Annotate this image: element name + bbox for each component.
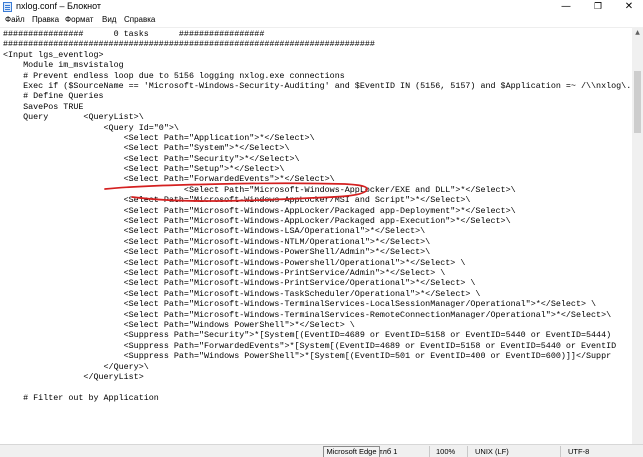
code-line: SavePos TRUE	[3, 101, 84, 112]
code-line: <Suppress Path="Security">*[System[(Even…	[3, 330, 612, 341]
scrollbar-thumb[interactable]	[634, 71, 641, 133]
menu-bar: Файл Правка Формат Вид Справка	[0, 14, 643, 27]
code-line: <Select Path="Microsoft-Windows-AppLocke…	[3, 216, 511, 227]
status-divider	[429, 446, 430, 457]
menu-help[interactable]: Справка	[124, 15, 155, 24]
notepad-icon	[3, 2, 12, 12]
code-line: <Select Path="Application">*</Select>\	[3, 132, 315, 143]
minimize-button[interactable]: —	[551, 0, 581, 14]
code-line: <Select Path="Microsoft-Windows-PrintSer…	[3, 278, 476, 289]
code-line: ################ 0 tasks ###############…	[3, 29, 265, 39]
code-line: <Select Path="ForwardedEvents">*</Select…	[3, 174, 335, 185]
maximize-button[interactable]: ❐	[583, 0, 613, 14]
code-line: <Select Path="Microsoft-Windows-Terminal…	[3, 309, 612, 320]
zoom-level: 100%	[436, 447, 456, 456]
code-line: <Select Path="Microsoft-Windows-TaskSche…	[3, 288, 481, 299]
code-line: <Select Path="Microsoft-Windows-LSA/Oper…	[3, 226, 426, 237]
code-line: <Select Path="Microsoft-Windows-NTLM/Ope…	[3, 236, 431, 247]
menu-edit[interactable]: Правка	[32, 15, 59, 24]
menu-format[interactable]: Формат	[65, 15, 93, 24]
code-line: <Input lgs_eventlog>	[3, 49, 104, 60]
code-line: <Suppress Path="Windows PowerShell">*[Sy…	[3, 351, 612, 362]
encoding: UTF-8	[568, 447, 590, 456]
code-line: <Select Path="Microsoft-Windows-PowerShe…	[3, 247, 431, 258]
code-line: </QueryList>	[3, 371, 144, 382]
editor-content[interactable]: ################ 0 tasks ###############…	[3, 29, 631, 403]
vertical-scrollbar[interactable]: ▲	[632, 27, 643, 444]
code-line: # Define Queries	[3, 91, 104, 102]
code-line: # Prevent endless loop due to 5156 loggi…	[3, 70, 345, 81]
code-line: <Select Path="System">*</Select>\	[3, 143, 290, 154]
menu-view[interactable]: Вид	[102, 15, 116, 24]
code-line: # Filter out by Application	[3, 392, 159, 403]
code-line: <Select Path="Microsoft-Windows-AppLocke…	[3, 195, 471, 206]
text-editor[interactable]: ################ 0 tasks ###############…	[0, 27, 632, 444]
menu-file[interactable]: Файл	[5, 15, 25, 24]
code-line: <Select Path="Microsoft-Windows-PrintSer…	[3, 267, 446, 278]
close-button[interactable]: ✕	[614, 0, 643, 14]
code-line: Exec if ($SourceName == 'Microsoft-Windo…	[3, 80, 632, 91]
code-line: Module im_msvistalog	[3, 60, 124, 71]
code-line: <Select Path="Security">*</Select>\	[3, 153, 300, 164]
title-bar[interactable]: nxlog.conf – Блокнот — ❐ ✕	[0, 0, 643, 14]
code-line: Query <QueryList>\	[3, 112, 144, 123]
status-divider	[467, 446, 468, 457]
window-title: nxlog.conf – Блокнот	[16, 1, 102, 11]
code-line: <Select Path="Microsoft-Windows-Terminal…	[3, 299, 597, 310]
code-line: <Select Path="Setup">*</Select>\	[3, 164, 285, 175]
code-line: ########################################…	[3, 39, 375, 50]
code-line: <Query Id="0">\	[3, 122, 179, 133]
status-divider	[560, 446, 561, 457]
code-line: <Select Path="Microsoft-Windows-AppLocke…	[3, 184, 516, 195]
code-line: </Query>\	[3, 361, 149, 372]
code-line: <Select Path="Windows PowerShell">*</Sel…	[3, 319, 355, 330]
code-line: <Select Path="Microsoft-Windows-AppLocke…	[3, 205, 516, 216]
code-line: <Select Path="Microsoft-Windows-Powershe…	[3, 257, 466, 268]
status-bar: Стр 1, стлб 1 100% UNIX (LF) UTF-8	[0, 444, 643, 457]
code-line: <Suppress Path="ForwardedEvents">*[Syste…	[3, 340, 617, 351]
scroll-up-arrow-icon[interactable]: ▲	[632, 27, 643, 38]
line-endings: UNIX (LF)	[475, 447, 509, 456]
taskbar-tooltip: Microsoft Edge	[323, 446, 380, 457]
